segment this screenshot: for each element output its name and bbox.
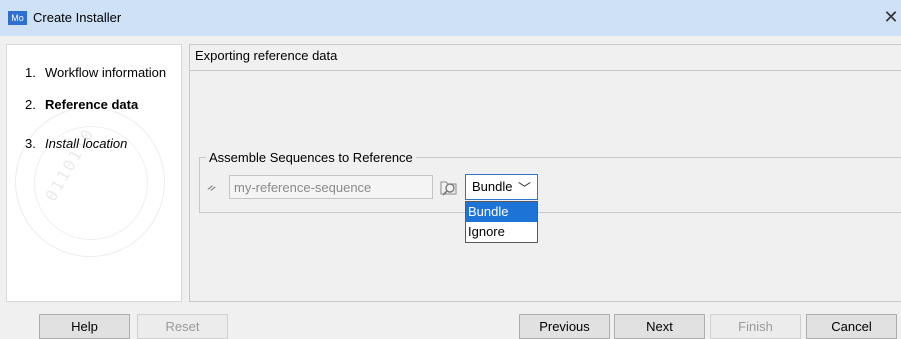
option-bundle[interactable]: Bundle xyxy=(466,202,537,222)
sequence-icon: ᨀ xyxy=(207,180,217,194)
step-number: 2. xyxy=(25,97,36,112)
select-value: Bundle xyxy=(472,179,513,194)
step-label: Workflow information xyxy=(45,65,167,80)
step-label: Reference data xyxy=(45,97,139,112)
next-button[interactable]: Next xyxy=(614,314,705,339)
step-install-location: 3. Install location xyxy=(25,136,127,151)
step-workflow-information: 1. Workflow information xyxy=(25,65,166,80)
finish-button[interactable]: Finish xyxy=(710,314,801,339)
page-title: Exporting reference data xyxy=(190,45,901,71)
step-number: 1. xyxy=(25,65,36,80)
handling-dropdown-list: Bundle Ignore xyxy=(465,201,538,243)
chevron-down-icon: ﹀ xyxy=(517,181,531,196)
app-logo-icon: Mo xyxy=(8,11,27,25)
wizard-steps-panel: 0110110 1. Workflow information 2. Referen… xyxy=(6,44,182,302)
cancel-button[interactable]: Cancel xyxy=(806,314,897,339)
title-bar: Mo Create Installer ✕ xyxy=(0,0,901,36)
close-icon[interactable]: ✕ xyxy=(881,6,901,28)
group-title: Assemble Sequences to Reference xyxy=(206,150,416,165)
option-ignore[interactable]: Ignore xyxy=(466,222,537,242)
step-label: Install location xyxy=(45,136,128,151)
step-reference-data: 2. Reference data xyxy=(25,97,138,112)
reset-button[interactable]: Reset xyxy=(137,314,228,339)
reference-sequence-field xyxy=(229,175,433,199)
browse-icon[interactable] xyxy=(438,176,460,198)
help-button[interactable]: Help xyxy=(39,314,130,339)
window-title: Create Installer xyxy=(33,10,122,25)
handling-select[interactable]: Bundle ﹀ xyxy=(465,174,538,200)
previous-button[interactable]: Previous xyxy=(519,314,610,339)
step-number: 3. xyxy=(25,136,36,151)
